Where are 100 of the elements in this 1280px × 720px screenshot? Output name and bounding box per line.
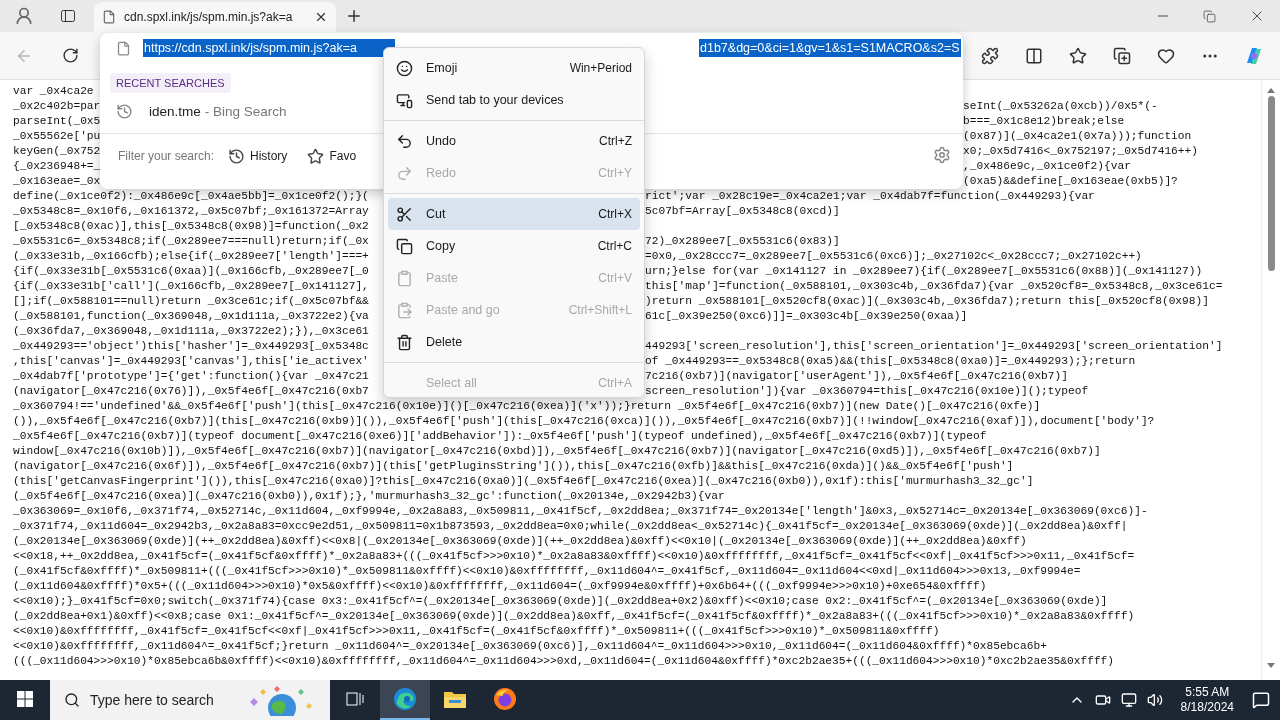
new-tab-icon[interactable] <box>345 7 363 25</box>
code-line: _0x5348c8=_0x10f6,_0x161372,_0x5c07bf;_0x161372=Array <box>13 205 369 217</box>
split-screen-icon[interactable] <box>1025 46 1043 65</box>
address-url-text[interactable]: https://cdn.spxl.ink/js/spm.min.js?ak=a <box>143 39 395 57</box>
code-line: of _0x449293==_0x5348c8(0xa5)&&(this[_0x5348c8(0xa0)]=_0x449293);};return <box>645 355 1136 367</box>
devices-icon <box>396 91 413 109</box>
code-line: =0x0,_0x28ccc7=_0x289ee7[_0x5531c6(0xc6)];_0x27102c<_0x28ccc7;_0x27102c++) <box>645 250 1142 262</box>
tab-title: cdn.spxl.ink/js/spm.min.js?ak=a <box>124 10 294 24</box>
code-line: x0;_0x5d7416<_0x752197;_0x5d7416++) <box>963 145 1198 157</box>
menu-item[interactable]: Delete <box>388 326 640 358</box>
code-line: {_0x236948+=_ <box>13 160 101 172</box>
page-icon <box>102 10 116 24</box>
heart-icon[interactable] <box>1157 46 1175 65</box>
scrollbar-thumb[interactable] <box>1267 96 1275 271</box>
address-url-text[interactable]: d1b7&dg=0&ci=1&gv=1&s1=S1MACRO&s2=S <box>699 39 961 57</box>
history-icon <box>116 102 133 120</box>
code-line: (0x87)](_0x4ca2e1(0x7a)));function <box>963 130 1192 142</box>
code-line: )return _0x588101[_0x520cf8(0xac)](_0x303c4b,_0x36fda7);return this[_0x520cf8(0x98)] <box>645 295 1209 307</box>
volume-icon[interactable] <box>1146 692 1163 708</box>
code-line: screen_resolution']){var _0x360794=this[_0x47c216(0x10e)]();typeof <box>645 385 1089 397</box>
code-line: 7c216(0xb7)](navigator['userAgent']),_0x5f4e6f[_0x47c216(0xb7)] <box>645 370 1068 382</box>
smiley-icon <box>396 59 413 77</box>
code-line: _0x5531c6=_0x5348c8;if(_0x289ee7===null)return;if(_0x <box>13 235 369 247</box>
menu-item[interactable]: Send tab to your devices <box>388 84 640 116</box>
code-line: 5c07bf=Array[_0x5348c8(0xcd)] <box>645 205 840 217</box>
code-line: seInt(_0x53262a(0xcb))/0x5*(- <box>963 100 1158 112</box>
filter-button[interactable]: History <box>250 149 288 163</box>
task-view-icon[interactable] <box>346 691 364 707</box>
history-icon <box>228 147 246 165</box>
code-line: _0x5f4e6f[_0x47c216(0xb7)](typeof document[_0x47c216(0xe6)]['addBehavior']):_0x5f4e6f['push'](typeof undefined),_0x5f4e6f[_0x47c216(0xb7)](typeof <box>13 429 988 444</box>
windows-start-icon[interactable] <box>17 691 33 707</box>
code-line: b===_0x1c8e12)break;else <box>963 115 1125 127</box>
code-line: <<0x10);}_0x41f5cf=0x0;switch(_0x371f74){case 0x3:_0x41f5cf^=(_0x20134e[_0x363069(0xde)](_0x2dd8ea+0x2)&0xff)<<0x10;case 0x2:_0x41f5cf^=(_0x20134e[_0x363069(0xde)] <box>13 594 1109 609</box>
refresh-icon[interactable] <box>61 47 79 64</box>
code-line: keyGen(_0x752 <box>13 145 101 157</box>
code-line: _0x360794!=='undefined'&&_0x5f4e6f['push'](this[_0x47c216(0x10e)]()[_0x47c216(0xea)]('x'));}return _0x5f4e6f[_0x47c216(0xb7)](new Date()[_0x47c216(0xfe)] <box>13 399 1042 414</box>
extensions-icon[interactable] <box>981 46 999 65</box>
scroll-down-icon[interactable] <box>1266 662 1276 670</box>
search-icon <box>64 692 80 708</box>
favorites-icon[interactable] <box>1069 46 1087 65</box>
code-line: (_0x11d604&0xffff)*0x5+(((_0x11d604>>>0x10)*0x5&0xffff)<<0x10)&0xffffffff,_0x11d604=(_0xf9994e&0xffff)+0x6b64+(((_0xf9994e>>>0x10)+0xe654&0xffff) <box>13 579 988 594</box>
code-line: <<0x10)&0xffffffff,_0x41f5cf=_0x41f5cf<<0xf|_0x41f5cf>>>0x11,_0x41f5cf=(_0x41f5cf&0xffff)*_0x509811+(((_0x41f5cf>>>0x10)*_0x509811&0xffff) <box>13 624 941 639</box>
copy-icon <box>396 237 413 255</box>
code-line: (((_0x11d604>>>0x10)*0x85ebca6b&0xffff)<<0x10)&0xffffffff,_0x11d604^=_0x11d604>>>0xd,_0x11d604=(_0x11d604&0xffff)*0xc2b2ae35+(((_0x11d604>>>0x10)*0xc2b2ae35&0xffff) <box>13 654 1116 669</box>
code-line: (navigator[_0x47c216(0x76)]),_0x5f4e6f[_0x47c216(0xb7 <box>13 385 369 397</box>
code-line: (_0x588101,function(_0x369048,_0x1d111a,_0x3722e2){va <box>13 310 369 322</box>
code-line: ,_0x486e9c,_0x1ce0f2){var <box>963 160 1131 172</box>
code-line: [];if(_0x588101==null)return _0x3ce61c;if(_0x5c07bf&& <box>13 295 369 307</box>
code-line: (_0x20134e[_0x363069(0xde)](++_0x2dd8ea)&0xff)<<0x8|(_0x20134e[_0x363069(0xde)](++_0x2dd8ea)&0xff)<<0x10|(_0x20134e[_0x363069(0xde)](++_0x2dd8ea)&0xff) <box>13 534 1028 549</box>
clipboard-icon <box>396 269 413 287</box>
code-line: (_0x41f5cf&0xffff)*_0x509811+(((_0x41f5cf>>>0x10)*_0x509811&0xffff)<<0x10)&0xffffffff,_0x11d604^=_0x41f5cf,_0x11d604=_0x11d604<<0xd|_0x11d604>>>0x13,_0xf9994e= <box>13 564 1082 579</box>
suggestion-query[interactable]: iden.tme <box>149 103 201 119</box>
star-icon <box>307 147 325 165</box>
suggestion-source: - Bing Search <box>204 103 287 119</box>
code-line: _0x2c402b=par <box>13 100 101 112</box>
restore-icon[interactable] <box>1203 9 1216 23</box>
filter-button[interactable]: Favo <box>329 149 357 163</box>
notifications-icon[interactable] <box>1252 691 1270 709</box>
scroll-up-icon[interactable] <box>1266 86 1276 94</box>
menu-item[interactable]: Undo Ctrl+Z <box>388 125 640 157</box>
page-icon <box>116 40 131 56</box>
code-line: 72)_0x289ee7[_0x5531c6(0x83)] <box>645 235 840 247</box>
code-line: _0x363069=_0x10f6,_0x371f74,_0x52714c,_0x11d604,_0xf9994e,_0x2a8a83,_0x509811,_0x41f5cf,_0x2dd8ea;_0x371f74=_0x20134e['length']&0x3,_0x52714c=_0x20134e[_0x363069(0xc6)]- <box>13 504 1149 519</box>
code-line: (_0x33e31b,_0x166cfb);else{if(_0x289ee7['length']===+ <box>13 250 369 262</box>
browser-tab[interactable]: cdn.spxl.ink/js/spm.min.js?ak=a <box>94 2 336 32</box>
scissors-icon <box>396 205 413 223</box>
code-line: this['map']=function(_0x588101,_0x303c4b,_0x36fda7){var _0x520cf8=_0x5348c8,_0x3ce61c= <box>645 280 1223 292</box>
code-line: _0x163eae=_0x <box>13 175 101 187</box>
taskbar-search-field[interactable]: Type here to search <box>50 680 330 720</box>
code-line: {if(_0x33e31b['call'](_0x166cfb,_0x289ee7[_0x141127], <box>13 280 369 292</box>
code-line: (_0x36fda7,_0x369048,_0x1d111a,_0x3722e2);}),_0x3ce61 <box>13 325 369 337</box>
close-icon[interactable] <box>314 10 328 24</box>
code-line: var _0x4ca2e <box>13 85 94 97</box>
collections-icon[interactable] <box>1113 46 1131 65</box>
code-line: _0x4dab7f['prototype']={'get':function(){var _0x47c21 <box>13 370 369 382</box>
code-line: (this['getCanvasFingerprint']()),this[_0x47c216(0xa0)]?this[_0x47c216(0xa0)](_0x5f4e6f[_0x47c216(0xea)](_0x47c216(0xb0)),0x1f):this['murmurhash3_32_gc'] <box>13 474 1035 489</box>
code-line: (_0x5f4e6f[_0x47c216(0xea)](_0x47c216(0xb0)),0x1f);},'murmurhash3_32_gc':function(_0x20134e,_0x2942b3){var <box>13 489 726 504</box>
code-line: [_0x5348c8(0xac)],this[_0x5348c8(0x98)]=function(_0x2 <box>13 220 369 232</box>
code-line: define(_0x1ce0f2):_0x486e9c[_0x4ae5bb]=_0x1ce0f2();}( <box>13 190 369 202</box>
camera-icon[interactable] <box>1094 692 1111 708</box>
code-line: rict';var _0x28c19e=_0x4ca2e1;var _0x4dab7f=function(_0x449293){var <box>645 190 1095 202</box>
code-line: (_0x2dd8ea+0x1)&0xff)<<0x8;case 0x1:_0x41f5cf^=_0x20134e[_0x363069(0xde)](_0x2dd8ea)&0xff,_0x41f5cf=(_0x41f5cf&0xffff)*_0x2a8a83+(((_0x41f5cf>>>0x10)*_0x2a8a83&0xffff) <box>13 609 1136 624</box>
menu-item[interactable]: Copy Ctrl+C <box>388 230 640 262</box>
edge-icon[interactable] <box>393 687 417 711</box>
firefox-icon[interactable] <box>493 687 517 711</box>
settings-icon[interactable] <box>933 145 951 164</box>
undo-icon <box>396 132 413 150</box>
code-line: _0x55562e['pu <box>13 130 101 142</box>
folder-icon[interactable] <box>443 689 467 709</box>
trash-icon <box>396 333 413 351</box>
section-heading: RECENT SEARCHES <box>110 73 231 93</box>
code-line: _0x449293=='object')this['hasher']=_0x449293[_0x5348c <box>13 340 369 352</box>
code-line: {if(_0x33e31b[_0x5531c6(0xaa)](_0x166cfb,_0x289ee7[_0 <box>13 265 369 277</box>
profile-icon[interactable] <box>14 6 34 26</box>
code-line: (navigator[_0x47c216(0x6f)]),_0x5f4e6f[_0x47c216(0xb7)](this['getPluginsString']()),this[_0x47c216(0xfb)]&&this[_0x47c216(0xda)]()&&_0x5f4e6f['push'] <box>13 459 1015 474</box>
clock-time: 5:55 AM <box>1185 685 1230 700</box>
code-line: <<0x10)&0xffffffff,_0x11d604^=_0x41f5cf;}return _0x11d604^=_0x20134e[_0x363069(0xc6)],_0x11d604^=_0x11d604>>>0x10,_0x11d604=(_0x11d604&0xffff)*0x85ebca6b+ <box>13 639 1048 654</box>
tab-actions-icon[interactable] <box>60 8 76 24</box>
code-line: parseInt(_0x5 <box>13 115 101 127</box>
menu-item[interactable]: Cut Ctrl+X <box>388 198 640 230</box>
